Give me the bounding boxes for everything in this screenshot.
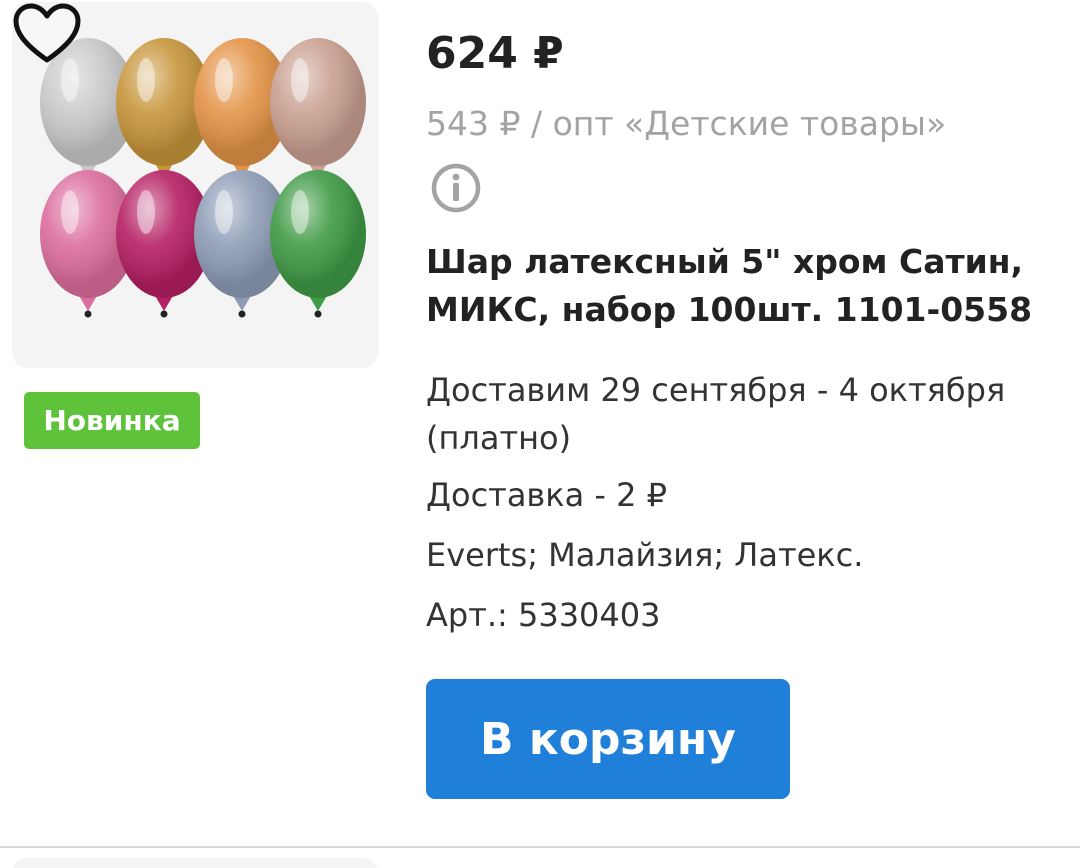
divider: [0, 846, 1080, 848]
product-title[interactable]: Шар латексный 5" хром Сатин, МИКС, набор…: [426, 238, 1066, 334]
product-image[interactable]: [12, 2, 378, 368]
balloon: [270, 38, 366, 186]
heart-icon[interactable]: [12, 2, 82, 66]
add-to-cart-button[interactable]: В корзину: [426, 679, 790, 799]
brand-info: Everts; Малайзия; Латекс.: [426, 536, 864, 574]
product-card: Новинка 624 ₽ 543 ₽ / опт «Детские товар…: [0, 0, 1080, 868]
wholesale-price: 543 ₽ / опт «Детские товары»: [426, 104, 947, 143]
new-badge: Новинка: [24, 392, 200, 449]
sku: Арт.: 5330403: [426, 596, 661, 634]
price: 624 ₽: [426, 28, 564, 79]
info-icon[interactable]: [430, 162, 482, 214]
balloon: [270, 170, 366, 318]
delivery-cost: Доставка - 2 ₽: [426, 476, 667, 514]
next-product-image[interactable]: [12, 858, 378, 868]
delivery-date: Доставим 29 сентября - 4 октября (платно…: [426, 371, 1006, 457]
